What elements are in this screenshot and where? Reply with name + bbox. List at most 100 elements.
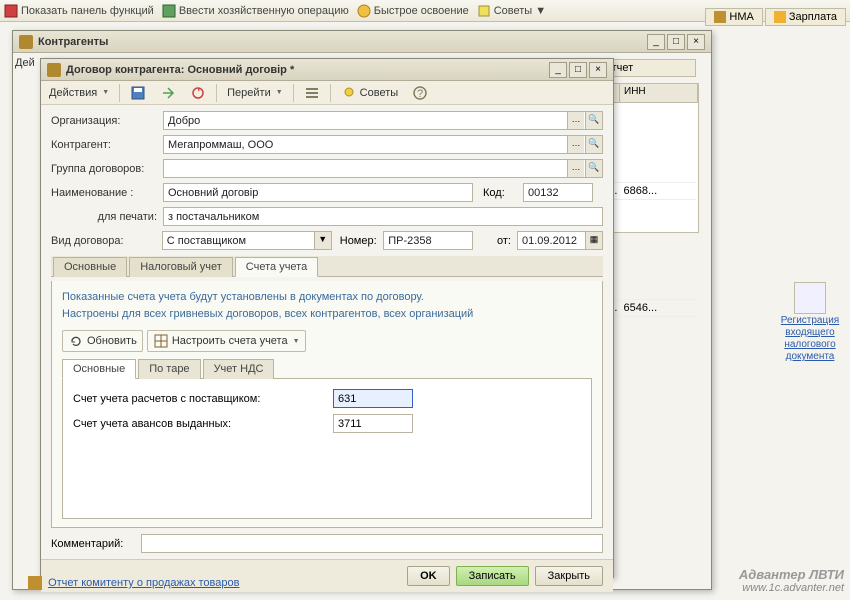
- print-field[interactable]: [163, 207, 603, 226]
- calendar-icon[interactable]: ▦: [585, 232, 602, 249]
- titlebar[interactable]: Договор контрагента: Основний договір * …: [41, 59, 613, 81]
- search-icon[interactable]: 🔍: [585, 112, 602, 129]
- minimize-button[interactable]: _: [647, 34, 665, 50]
- refresh-icon-button[interactable]: [184, 82, 212, 104]
- floppy-icon: [130, 85, 146, 101]
- learn-icon: [357, 4, 371, 18]
- accounts-panel: Показанные счета учета будут установлены…: [51, 281, 603, 528]
- advance-acc-label: Счет учета авансов выданных:: [73, 418, 333, 430]
- comment-input[interactable]: [141, 534, 603, 553]
- window-icon: [47, 63, 61, 77]
- search-icon[interactable]: 🔍: [585, 136, 602, 153]
- name-label: Наименование :: [51, 187, 163, 199]
- show-functions-button[interactable]: Показать панель функций: [4, 4, 154, 18]
- col-inn[interactable]: ИНН: [620, 84, 698, 102]
- dropdown-icon[interactable]: ▼: [314, 232, 331, 249]
- maximize-button[interactable]: □: [569, 62, 587, 78]
- advance-acc-input[interactable]: [333, 414, 413, 433]
- close-button[interactable]: ×: [687, 34, 705, 50]
- info-text: Показанные счета учета будут установлены…: [62, 289, 592, 322]
- titlebar[interactable]: Контрагенты _ □ ×: [13, 31, 711, 53]
- actions-button[interactable]: Действия▼: [43, 84, 115, 102]
- refresh-icon: [190, 85, 206, 101]
- tab-accounts[interactable]: Счета учета: [235, 257, 318, 277]
- watermark: Адвантер ЛВТИ www.1c.advanter.net: [739, 567, 844, 594]
- window-title: Контрагенты: [38, 36, 645, 48]
- close-button[interactable]: ×: [589, 62, 607, 78]
- label: Быстрое освоение: [374, 5, 469, 17]
- help-button[interactable]: ?: [406, 82, 434, 104]
- tab-tax[interactable]: Налоговый учет: [129, 257, 233, 277]
- ka-label: Контрагент:: [51, 139, 163, 151]
- search-icon[interactable]: 🔍: [585, 160, 602, 177]
- minimize-button[interactable]: _: [549, 62, 567, 78]
- window-icon: [19, 35, 33, 49]
- ellipsis-button[interactable]: …: [567, 160, 584, 177]
- dropdown-icon: ▼: [293, 338, 300, 345]
- list-icon-button[interactable]: [298, 82, 326, 104]
- arrows-icon: [160, 85, 176, 101]
- inner-tab-vat[interactable]: Учет НДС: [203, 359, 275, 379]
- print-label: для печати:: [51, 211, 163, 223]
- from-field[interactable]: ▦: [517, 231, 603, 250]
- save-icon-button[interactable]: [124, 82, 152, 104]
- ok-button[interactable]: OK: [407, 566, 450, 586]
- kind-field[interactable]: ▼: [162, 231, 332, 250]
- list-icon: [304, 85, 320, 101]
- panel-icon: [4, 4, 18, 18]
- comment-row: Комментарий:: [41, 528, 613, 559]
- advice-button[interactable]: Советы: [335, 82, 404, 104]
- inner-tab-main[interactable]: Основные: [62, 359, 136, 379]
- window-toolbar: Действия▼ Перейти▼ Советы ?: [41, 81, 613, 105]
- num-field[interactable]: [383, 231, 473, 250]
- quick-learn-button[interactable]: Быстрое освоение: [357, 4, 469, 18]
- main-tabbar: Основные Налоговый учет Счета учета: [51, 256, 603, 277]
- committent-report-link[interactable]: Отчет комитенту о продажах товаров: [48, 577, 239, 589]
- org-label: Организация:: [51, 115, 163, 127]
- dropdown-icon: ▼: [102, 89, 109, 96]
- num-label: Номер:: [340, 235, 384, 247]
- refresh-button[interactable]: Обновить: [62, 330, 143, 352]
- nav-icon-button[interactable]: [154, 82, 182, 104]
- refresh-icon: [68, 333, 84, 349]
- grp-field[interactable]: … 🔍: [163, 159, 603, 178]
- left-truncated-label: Дей: [15, 57, 35, 69]
- kind-label: Вид договора:: [51, 235, 162, 247]
- write-button[interactable]: Записать: [456, 566, 529, 586]
- code-field[interactable]: [523, 183, 593, 202]
- side-link-block: Регистрация входящего налогового докумен…: [780, 282, 840, 362]
- dropdown-icon: ▼: [535, 5, 546, 17]
- inner-panel: Счет учета расчетов с поставщиком: Счет …: [62, 379, 592, 519]
- register-tax-doc-link[interactable]: Регистрация входящего налогового докумен…: [781, 315, 839, 362]
- ellipsis-button[interactable]: …: [567, 112, 584, 129]
- org-field[interactable]: … 🔍: [163, 111, 603, 130]
- window-title: Договор контрагента: Основний договір *: [66, 64, 547, 76]
- setup-accounts-button[interactable]: Настроить счета учета▼: [147, 330, 306, 352]
- from-label: от:: [487, 235, 511, 247]
- label: Советы: [494, 5, 532, 17]
- grp-label: Группа договоров:: [51, 163, 163, 175]
- code-label: Код:: [483, 187, 519, 199]
- name-field[interactable]: [163, 183, 473, 202]
- form-area: Организация: … 🔍 Контрагент: … 🔍 Группа …: [41, 105, 613, 281]
- comment-label: Комментарий:: [51, 538, 141, 550]
- goto-button[interactable]: Перейти▼: [221, 84, 289, 102]
- ellipsis-button[interactable]: …: [567, 136, 584, 153]
- report-icon: [28, 576, 42, 590]
- close-button[interactable]: Закрыть: [535, 566, 603, 586]
- advice-button[interactable]: Советы▼: [477, 4, 546, 18]
- maximize-button[interactable]: □: [667, 34, 685, 50]
- inner-tab-tare[interactable]: По таре: [138, 359, 200, 379]
- label: Ввести хозяйственную операцию: [179, 5, 349, 17]
- advice-icon: [477, 4, 491, 18]
- label: Показать панель функций: [21, 5, 154, 17]
- bulb-icon: [341, 85, 357, 101]
- supplier-acc-label: Счет учета расчетов с поставщиком:: [73, 393, 333, 405]
- enter-op-button[interactable]: Ввести хозяйственную операцию: [162, 4, 349, 18]
- op-icon: [162, 4, 176, 18]
- supplier-acc-input[interactable]: [333, 389, 413, 408]
- inner-tabbar: Основные По таре Учет НДС: [62, 358, 592, 379]
- grid-icon: [153, 333, 169, 349]
- ka-field[interactable]: … 🔍: [163, 135, 603, 154]
- tab-main[interactable]: Основные: [53, 257, 127, 277]
